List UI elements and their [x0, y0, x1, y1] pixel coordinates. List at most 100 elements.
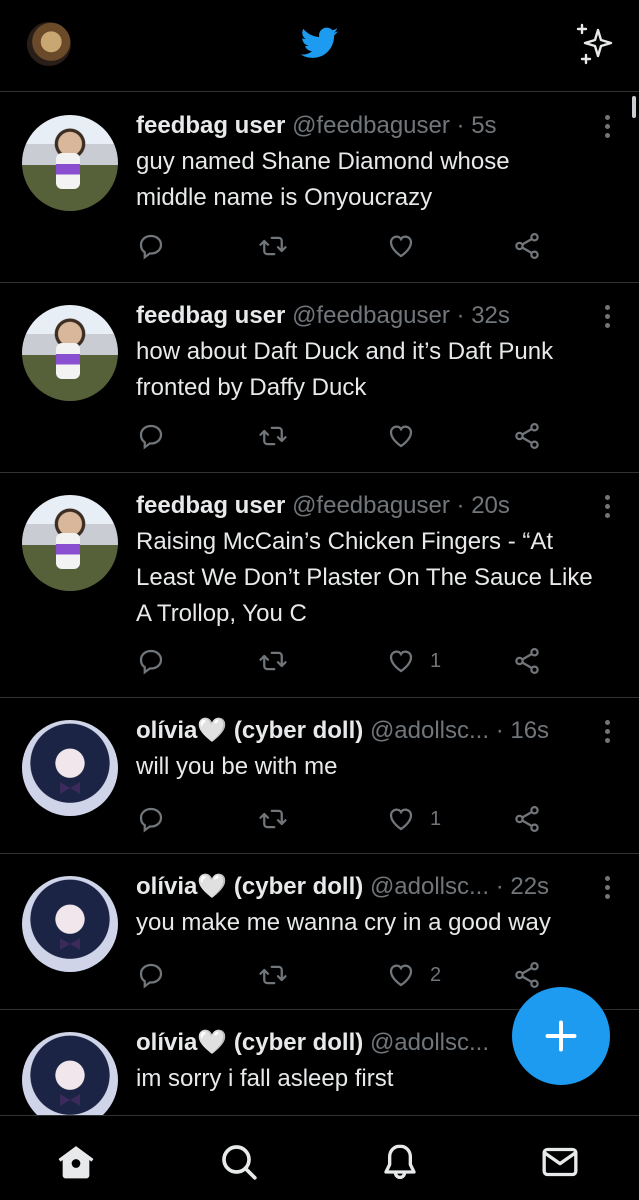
plus-icon: [545, 1020, 577, 1052]
retweet-icon: [259, 651, 287, 671]
like-button[interactable]: 2: [386, 960, 441, 990]
user-handle[interactable]: @feedbaguser: [292, 492, 450, 519]
share-button[interactable]: [512, 646, 542, 676]
display-name[interactable]: feedbag user: [136, 302, 285, 329]
nav-home[interactable]: [56, 1142, 96, 1182]
like-button[interactable]: [386, 231, 430, 261]
reply-icon: [139, 807, 163, 833]
profile-avatar[interactable]: [27, 22, 71, 66]
tweet-text: will you be with me: [136, 753, 338, 780]
bottom-nav: [0, 1115, 639, 1200]
user-avatar[interactable]: [22, 720, 118, 816]
user-avatar[interactable]: [22, 115, 118, 211]
user-avatar[interactable]: [22, 495, 118, 591]
tweet-item[interactable]: feedbag user @feedbaguser · 5s guy named…: [0, 93, 639, 283]
share-icon: [515, 806, 539, 832]
tweet-actions: 1: [136, 804, 556, 834]
user-handle[interactable]: @adollsc...: [370, 873, 489, 900]
display-name[interactable]: feedbag user: [136, 112, 285, 139]
tweet-item[interactable]: olívia🤍 (cyber doll) @adollsc... · 16s w…: [0, 698, 639, 854]
user-handle[interactable]: @adollsc...: [370, 1029, 489, 1056]
reply-icon: [139, 424, 163, 450]
share-icon: [515, 233, 539, 259]
bell-icon: [384, 1144, 416, 1179]
share-icon: [515, 648, 539, 674]
more-options-icon[interactable]: [605, 495, 611, 519]
retweet-icon: [259, 965, 287, 985]
tweet-header: olívia🤍 (cyber doll) @adollsc... · 22s: [136, 872, 586, 902]
user-handle[interactable]: @adollsc...: [370, 717, 489, 744]
display-name[interactable]: feedbag user: [136, 492, 285, 519]
retweet-button[interactable]: [258, 421, 288, 451]
user-avatar[interactable]: [22, 1032, 118, 1115]
user-handle[interactable]: @feedbaguser: [292, 302, 450, 329]
like-count: 1: [430, 649, 442, 672]
retweet-icon: [259, 236, 287, 256]
reply-button[interactable]: [136, 804, 166, 834]
more-options-icon[interactable]: [605, 115, 611, 139]
retweet-button[interactable]: [258, 804, 288, 834]
like-count: 2: [430, 963, 442, 986]
tweet-time: · 32s: [456, 302, 510, 329]
share-button[interactable]: [512, 804, 542, 834]
display-name[interactable]: olívia🤍 (cyber doll): [136, 873, 363, 900]
display-name[interactable]: olívia🤍 (cyber doll): [136, 717, 363, 744]
share-button[interactable]: [512, 231, 542, 261]
tweet-text: you make me wanna cry in a good way: [136, 909, 551, 936]
tweet-actions: [136, 231, 556, 261]
like-button[interactable]: [386, 421, 430, 451]
more-options-icon[interactable]: [605, 720, 611, 744]
retweet-icon: [259, 809, 287, 829]
like-button[interactable]: 1: [386, 646, 441, 676]
tweet-text: Raising McCain’s Chicken Fingers - “At L…: [136, 528, 593, 627]
tweet-time: · 22s: [495, 873, 550, 900]
tweet-item[interactable]: feedbag user @feedbaguser · 20s Raising …: [0, 473, 639, 698]
reply-button[interactable]: [136, 960, 166, 990]
user-avatar[interactable]: [22, 305, 118, 401]
heart-icon: [389, 964, 413, 987]
more-options-icon[interactable]: [605, 876, 611, 900]
share-icon: [515, 962, 539, 988]
retweet-button[interactable]: [258, 231, 288, 261]
tweet-text: guy named Shane Diamond whose middle nam…: [136, 148, 510, 211]
compose-tweet-button[interactable]: [512, 987, 610, 1085]
share-icon: [515, 423, 539, 449]
nav-search[interactable]: [219, 1142, 259, 1182]
timeline-feed: feedbag user @feedbaguser · 5s guy named…: [0, 93, 639, 1115]
tweet-item[interactable]: feedbag user @feedbaguser · 32s how abou…: [0, 283, 639, 473]
tweet-header: olívia🤍 (cyber doll) @adollsc...: [136, 1028, 516, 1058]
heart-icon: [389, 235, 413, 258]
user-handle[interactable]: @feedbaguser: [292, 112, 450, 139]
tweet-item[interactable]: olívia🤍 (cyber doll) @adollsc... · 22s y…: [0, 854, 639, 1010]
heart-icon: [389, 425, 413, 448]
tweet-header: feedbag user @feedbaguser · 20s: [136, 491, 619, 521]
reply-button[interactable]: [136, 646, 166, 676]
top-bar: [0, 0, 639, 92]
user-avatar[interactable]: [22, 876, 118, 972]
retweet-button[interactable]: [258, 960, 288, 990]
twitter-bird-icon[interactable]: [299, 24, 341, 62]
sparkle-icon[interactable]: [574, 22, 618, 66]
share-button[interactable]: [512, 421, 542, 451]
reply-icon: [139, 234, 163, 260]
tweet-header: feedbag user @feedbaguser · 32s: [136, 301, 619, 331]
tweet-actions: [136, 421, 556, 451]
like-count: 1: [430, 807, 442, 830]
share-button[interactable]: [512, 960, 542, 990]
nav-notifications[interactable]: [380, 1142, 420, 1182]
reply-icon: [139, 649, 163, 675]
reply-button[interactable]: [136, 421, 166, 451]
retweet-button[interactable]: [258, 646, 288, 676]
reply-icon: [139, 963, 163, 989]
mail-icon: [542, 1147, 578, 1177]
display-name[interactable]: olívia🤍 (cyber doll): [136, 1029, 363, 1056]
search-icon: [222, 1145, 257, 1180]
tweet-time: · 5s: [456, 112, 497, 139]
nav-messages[interactable]: [540, 1142, 580, 1182]
heart-icon: [389, 650, 413, 673]
like-button[interactable]: 1: [386, 804, 441, 834]
heart-icon: [389, 808, 413, 831]
reply-button[interactable]: [136, 231, 166, 261]
more-options-icon[interactable]: [605, 305, 611, 329]
tweet-time: · 16s: [495, 717, 550, 744]
